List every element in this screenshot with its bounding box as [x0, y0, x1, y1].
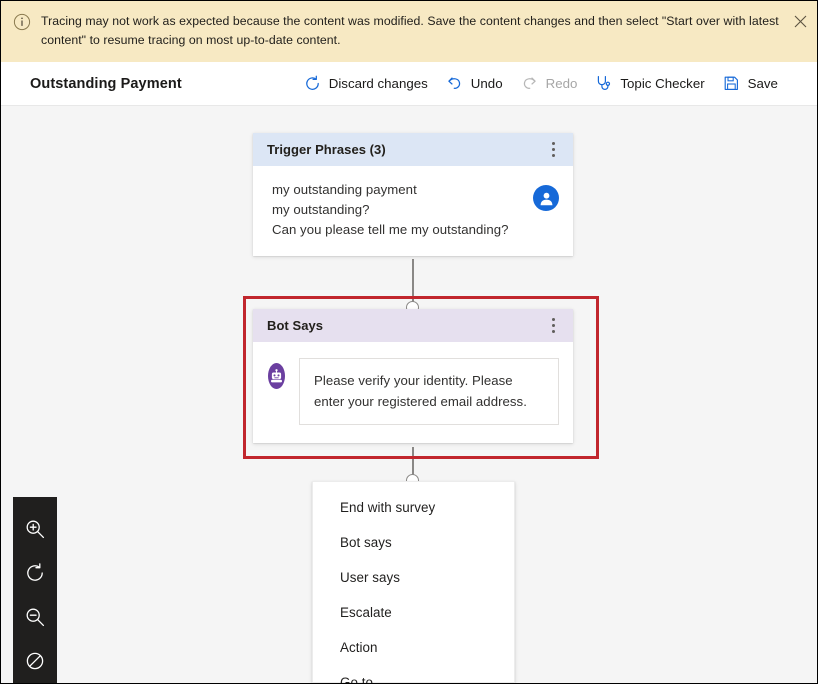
- zoom-in-button[interactable]: [13, 507, 57, 551]
- bot-says-more-options-icon[interactable]: [543, 314, 563, 338]
- app-window: Tracing may not work as expected because…: [0, 0, 818, 684]
- save-label: Save: [747, 76, 778, 91]
- user-avatar-icon: [533, 185, 559, 211]
- bot-says-body: Please verify your identity. Please ente…: [253, 342, 573, 443]
- notification-message: Tracing may not work as expected because…: [41, 14, 779, 47]
- bot-says-node[interactable]: Bot Says Please verify your identity. Pl…: [253, 309, 573, 443]
- undo-label: Undo: [470, 76, 503, 91]
- menu-item-label: End with survey: [340, 500, 436, 515]
- authoring-canvas[interactable]: Trigger Phrases (3) my outstanding payme…: [1, 106, 817, 683]
- save-floppy-icon: [723, 75, 740, 92]
- discard-changes-label: Discard changes: [328, 76, 428, 91]
- bot-says-title: Bot Says: [267, 318, 324, 333]
- topic-checker-button[interactable]: Topic Checker: [586, 62, 713, 105]
- trigger-phrases-title: Trigger Phrases (3): [267, 142, 386, 157]
- trigger-phrases-more-options-icon[interactable]: [543, 138, 563, 162]
- topic-checker-icon: [595, 75, 612, 92]
- node-type-menu[interactable]: End with survey Bot says User says Escal…: [312, 481, 515, 683]
- info-circle-icon: [13, 13, 31, 31]
- menu-item-label: Action: [340, 640, 378, 655]
- refresh-circle-icon: [24, 562, 46, 584]
- zoom-in-icon: [24, 518, 46, 540]
- trigger-phrase-2: my outstanding?: [272, 202, 370, 217]
- topic-checker-label: Topic Checker: [620, 76, 705, 91]
- undo-button[interactable]: Undo: [437, 62, 512, 105]
- toolbar-actions: Discard changes Undo Redo Topic Checker …: [295, 62, 787, 105]
- zoom-controls: [13, 497, 57, 683]
- menu-item-label: Escalate: [340, 605, 392, 620]
- trigger-phrases-header: Trigger Phrases (3): [253, 133, 573, 166]
- redo-arrow-icon: [521, 75, 538, 92]
- bot-says-message[interactable]: Please verify your identity. Please ente…: [299, 358, 559, 425]
- trigger-phrase-1: my outstanding payment: [272, 182, 417, 197]
- menu-item-user-says[interactable]: User says: [313, 560, 514, 595]
- bot-says-header: Bot Says: [253, 309, 573, 342]
- menu-item-bot-says[interactable]: Bot says: [313, 525, 514, 560]
- menu-item-escalate[interactable]: Escalate: [313, 595, 514, 630]
- trigger-phrases-node[interactable]: Trigger Phrases (3) my outstanding payme…: [253, 133, 573, 256]
- discard-changes-button[interactable]: Discard changes: [295, 62, 437, 105]
- no-entry-icon: [24, 650, 46, 672]
- disable-pan-button[interactable]: [13, 639, 57, 683]
- redo-label: Redo: [545, 76, 578, 91]
- undo-arrow-icon: [446, 75, 463, 92]
- zoom-out-icon: [24, 606, 46, 628]
- command-toolbar: Outstanding Payment Discard changes Undo…: [1, 62, 817, 106]
- menu-item-go-to[interactable]: Go to: [313, 665, 514, 683]
- discard-circle-arrow-icon: [304, 75, 321, 92]
- close-icon[interactable]: [789, 10, 811, 32]
- redo-button[interactable]: Redo: [512, 62, 587, 105]
- page-title: Outstanding Payment: [30, 75, 182, 92]
- trigger-phrase-3: Can you please tell me my outstanding?: [272, 222, 509, 237]
- trigger-phrases-body: my outstanding payment my outstanding? C…: [253, 166, 573, 256]
- notification-bar: Tracing may not work as expected because…: [1, 1, 817, 62]
- reset-view-button[interactable]: [13, 551, 57, 595]
- menu-item-action[interactable]: Action: [313, 630, 514, 665]
- zoom-out-button[interactable]: [13, 595, 57, 639]
- menu-item-label: Bot says: [340, 535, 392, 550]
- bot-avatar-icon: [268, 363, 285, 389]
- menu-item-label: User says: [340, 570, 400, 585]
- save-button[interactable]: Save: [714, 62, 787, 105]
- menu-item-label: Go to: [340, 675, 374, 683]
- menu-item-end-with-survey[interactable]: End with survey: [313, 490, 514, 525]
